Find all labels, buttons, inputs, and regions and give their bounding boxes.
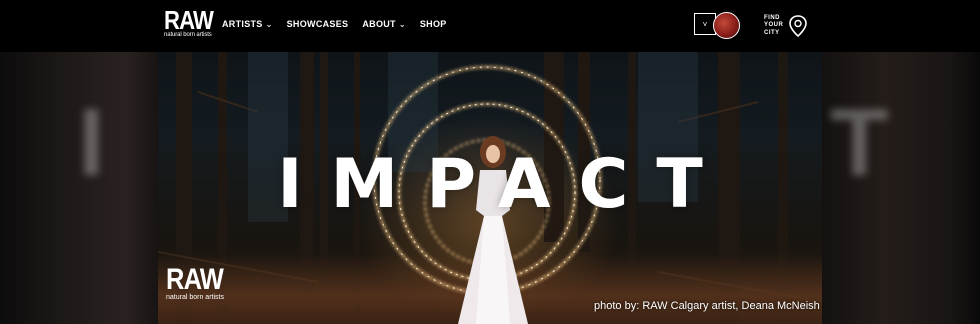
hero-banner[interactable]: I T IMPACT RAW natural born artists phot… [0, 52, 980, 324]
chevron-down-icon: ˅ [702, 19, 708, 29]
ghost-letter-left: I [78, 89, 105, 196]
nav-item-about[interactable]: ABOUT ⌄ [362, 19, 406, 29]
nav-label-artists: ARTISTS [222, 19, 263, 29]
nav-label-shop: SHOP [419, 19, 447, 29]
nav-item-showcases[interactable]: SHOWCASES [287, 19, 349, 29]
logo-wordmark: RAW [164, 5, 214, 35]
nav-item-shop[interactable]: SHOP [420, 19, 447, 29]
find-your-city-label: FIND YOUR CITY [764, 15, 783, 38]
badge-wordmark: RAW [166, 263, 224, 296]
nav-label-showcases: SHOWCASES [286, 19, 349, 29]
city-label-line: CITY [764, 29, 780, 36]
top-navigation-bar: RAW natural born artists ARTISTS ⌄ SHOWCA… [0, 0, 980, 52]
hero-headline: IMPACT [277, 145, 731, 224]
chevron-down-icon: ⌄ [398, 19, 406, 29]
map-pin-icon [789, 15, 808, 38]
chevron-down-icon: ⌄ [265, 19, 273, 29]
avatar[interactable] [713, 12, 740, 39]
hero-blurred-right: T [822, 52, 980, 324]
find-label-line: FIND [764, 14, 780, 21]
raw-logo[interactable]: RAW natural born artists [164, 5, 214, 39]
main-menu: ARTISTS ⌄ SHOWCASES ABOUT ⌄ SHOP [222, 19, 447, 29]
hero-blurred-left: I [0, 52, 158, 324]
photo-credit: photo by: RAW Calgary artist, Deana McNe… [594, 300, 820, 312]
ghost-letter-right: T [830, 89, 889, 196]
find-your-city-link[interactable]: FIND YOUR CITY [764, 14, 809, 38]
nav-item-artists[interactable]: ARTISTS ⌄ [222, 19, 273, 29]
account-menu[interactable]: ˅ [694, 12, 746, 39]
nav-label-about: ABOUT [362, 19, 396, 29]
raw-badge-logo: RAW natural born artists [166, 263, 226, 302]
your-label-line: YOUR [764, 22, 784, 29]
